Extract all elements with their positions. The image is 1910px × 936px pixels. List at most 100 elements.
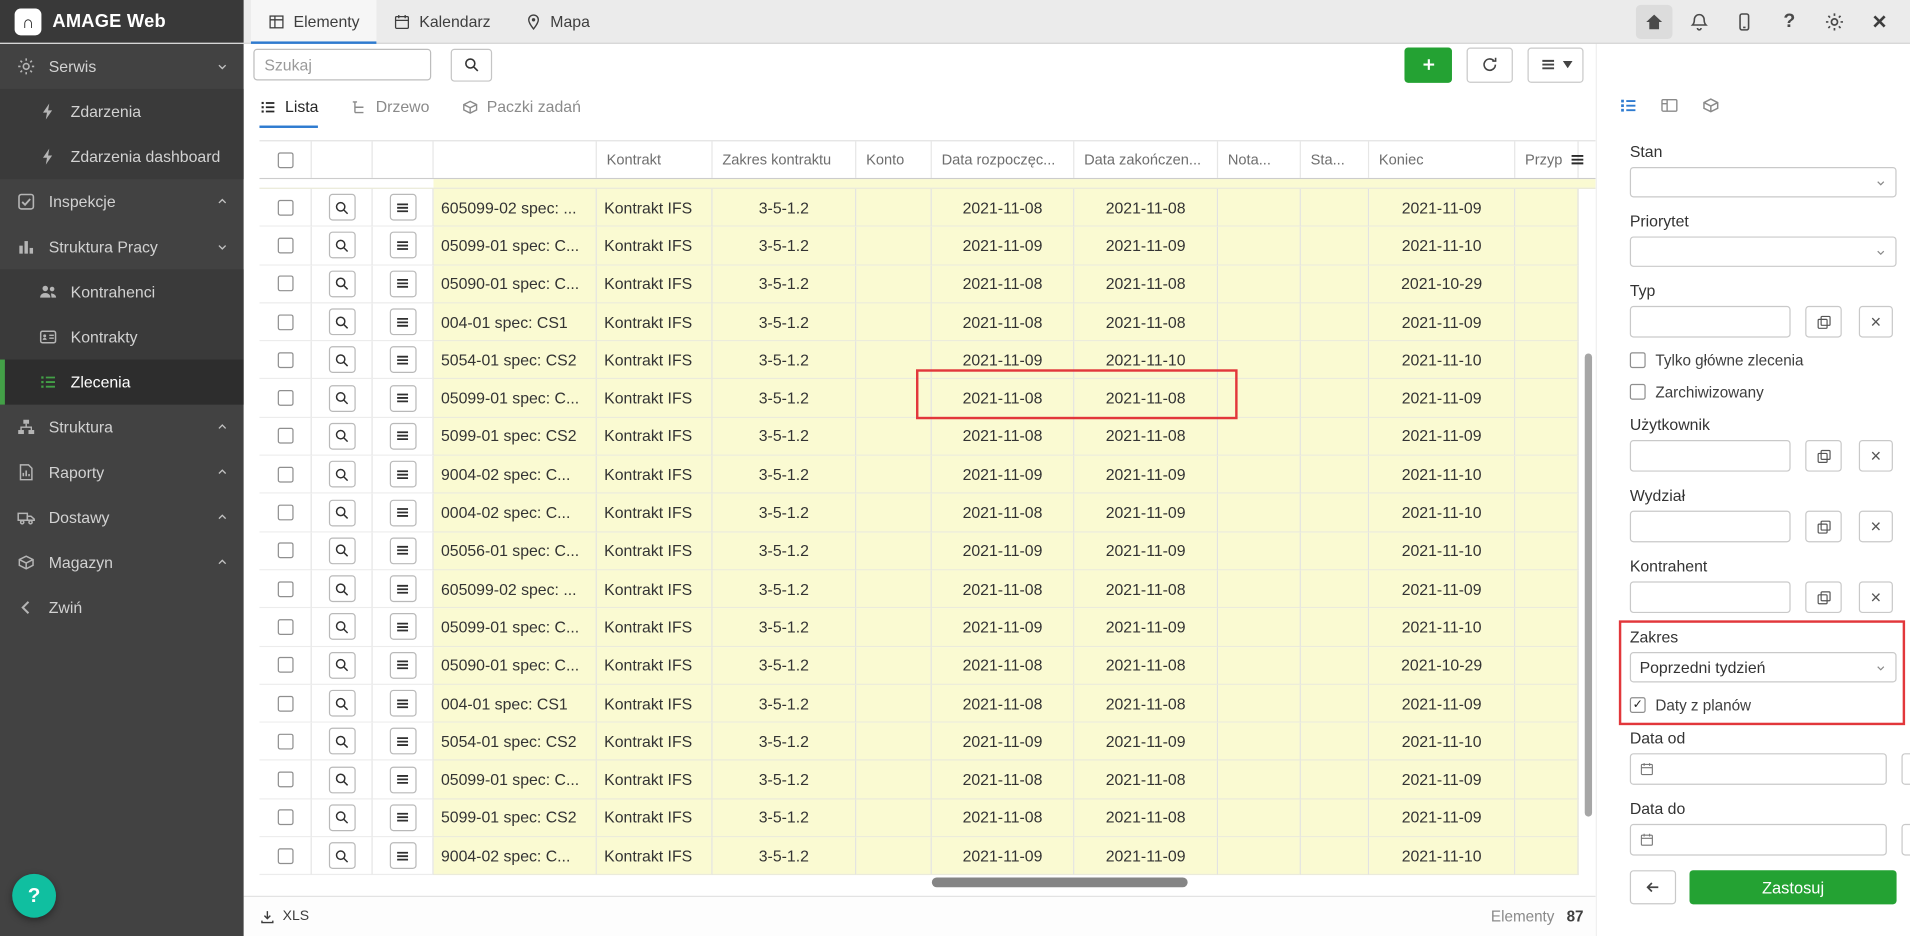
sidebar-item-zdarzenia-dashboard[interactable]: Zdarzenia dashboard — [0, 134, 244, 179]
filter-checkbox-daty-z-planow[interactable]: ✓Daty z planów — [1630, 696, 1897, 714]
sidebar-item-dostawy[interactable]: Dostawy — [0, 495, 244, 540]
row-zoom-button[interactable] — [328, 347, 355, 374]
sidebar-item-zlecenia[interactable]: Zlecenia — [0, 360, 244, 405]
row-checkbox[interactable] — [277, 390, 293, 406]
sidebar-item-serwis[interactable]: Serwis — [0, 44, 244, 89]
filter-date-data-od[interactable] — [1630, 753, 1887, 785]
column-chooser-icon[interactable] — [1569, 151, 1586, 168]
row-checkbox[interactable] — [277, 733, 293, 749]
row-menu-button[interactable] — [389, 347, 416, 374]
vertical-scrollbar[interactable] — [1585, 353, 1592, 816]
list-view-button[interactable] — [1619, 96, 1637, 118]
select-all-checkbox[interactable] — [277, 152, 293, 168]
row-checkbox[interactable] — [277, 581, 293, 597]
row-menu-button[interactable] — [389, 308, 416, 335]
filter-date-data-do[interactable] — [1630, 824, 1887, 856]
filter-input-kontrahent[interactable] — [1630, 581, 1791, 613]
notifications-button[interactable] — [1681, 4, 1718, 38]
sidebar-item-kontrakty[interactable]: Kontrakty — [0, 314, 244, 359]
filter-clear-button-data-do[interactable]: × — [1901, 824, 1910, 856]
row-checkbox[interactable] — [277, 199, 293, 215]
row-zoom-button[interactable] — [328, 842, 355, 869]
column-header-koniec[interactable]: Koniec — [1369, 141, 1515, 178]
row-menu-button[interactable] — [389, 499, 416, 526]
search-button[interactable] — [451, 48, 492, 81]
row-zoom-button[interactable] — [328, 652, 355, 679]
sidebar-item-zdarzenia[interactable]: Zdarzenia — [0, 89, 244, 134]
row-checkbox[interactable] — [277, 505, 293, 521]
row-menu-button[interactable] — [389, 652, 416, 679]
tab-mapa[interactable]: Mapa — [508, 0, 607, 43]
sidebar-item-raporty[interactable]: Raporty — [0, 450, 244, 495]
sidebar-item-struktura-pracy[interactable]: Struktura Pracy — [0, 224, 244, 269]
view-tab-paczki-zadan[interactable]: Paczki zadań — [461, 85, 581, 128]
row-checkbox[interactable] — [277, 810, 293, 826]
column-header-nota[interactable]: Nota... — [1218, 141, 1301, 178]
row-zoom-button[interactable] — [328, 766, 355, 793]
row-menu-button[interactable] — [389, 537, 416, 564]
horizontal-scrollbar[interactable] — [932, 878, 1188, 888]
row-menu-button[interactable] — [389, 575, 416, 602]
filter-clear-button-wydzial[interactable]: × — [1859, 511, 1893, 543]
row-checkbox[interactable] — [277, 772, 293, 788]
add-button[interactable] — [1404, 47, 1452, 82]
row-menu-button[interactable] — [389, 690, 416, 717]
row-zoom-button[interactable] — [328, 308, 355, 335]
row-menu-button[interactable] — [389, 766, 416, 793]
row-checkbox[interactable] — [277, 543, 293, 559]
view-tab-lista[interactable]: Lista — [259, 85, 318, 128]
row-menu-button[interactable] — [389, 614, 416, 641]
filter-checkbox-zarchiwizowany[interactable]: Zarchiwizowany — [1630, 383, 1897, 401]
home-button[interactable] — [1636, 4, 1673, 38]
column-header-kontrakt[interactable]: Kontrakt — [597, 141, 713, 178]
sidebar-item-kontrahenci[interactable]: Kontrahenci — [0, 269, 244, 314]
column-header-zakres-kontraktu[interactable]: Zakres kontraktu — [713, 141, 857, 178]
tab-elementy[interactable]: Elementy — [251, 0, 377, 43]
refresh-button[interactable] — [1467, 47, 1513, 82]
row-zoom-button[interactable] — [328, 537, 355, 564]
tab-kalendarz[interactable]: Kalendarz — [377, 0, 508, 43]
row-menu-button[interactable] — [389, 804, 416, 831]
help-fab[interactable]: ? — [12, 874, 56, 918]
row-checkbox[interactable] — [277, 466, 293, 482]
row-zoom-button[interactable] — [328, 575, 355, 602]
row-zoom-button[interactable] — [328, 499, 355, 526]
cube-view-button[interactable] — [1702, 96, 1720, 118]
filter-input-uzytkownik[interactable] — [1630, 440, 1791, 472]
card-view-button[interactable] — [1660, 96, 1678, 118]
filter-clear-button-kontrahent[interactable]: × — [1859, 581, 1893, 613]
sidebar-item-inspekcje[interactable]: Inspekcje — [0, 179, 244, 224]
view-tab-drzewo[interactable]: Drzewo — [350, 85, 429, 128]
filter-pick-button-wydzial[interactable] — [1805, 511, 1842, 543]
column-header-data-rozpoczec[interactable]: Data rozpoczęc... — [932, 141, 1075, 178]
filter-pick-button-kontrahent[interactable] — [1805, 581, 1842, 613]
row-menu-button[interactable] — [389, 385, 416, 412]
filter-clear-button-data-od[interactable]: × — [1901, 753, 1910, 785]
apply-button[interactable]: Zastosuj — [1690, 870, 1897, 904]
column-header-konto[interactable]: Konto — [856, 141, 932, 178]
filter-clear-button-uzytkownik[interactable]: × — [1859, 440, 1893, 472]
help-button[interactable]: ? — [1771, 4, 1808, 38]
sidebar-item-magazyn[interactable]: Magazyn — [0, 540, 244, 585]
export-xls-button[interactable]: XLS — [259, 909, 309, 925]
row-menu-button[interactable] — [389, 461, 416, 488]
search-input[interactable] — [253, 49, 431, 81]
row-menu-button[interactable] — [389, 194, 416, 221]
row-checkbox[interactable] — [277, 657, 293, 673]
back-button[interactable] — [1630, 870, 1676, 904]
menu-button[interactable] — [1527, 47, 1583, 82]
filter-select-zakres[interactable]: Poprzedni tydzień — [1630, 652, 1897, 682]
row-checkbox[interactable] — [277, 695, 293, 711]
filter-select-stan[interactable] — [1630, 167, 1897, 197]
row-zoom-button[interactable] — [328, 614, 355, 641]
filter-date-input-data-do[interactable] — [1663, 831, 1877, 849]
sidebar-item-struktura[interactable]: Struktura — [0, 405, 244, 450]
filter-select-priorytet[interactable] — [1630, 236, 1897, 266]
row-checkbox[interactable] — [277, 428, 293, 444]
filter-pick-button-uzytkownik[interactable] — [1805, 440, 1842, 472]
row-menu-button[interactable] — [389, 842, 416, 869]
row-zoom-button[interactable] — [328, 194, 355, 221]
row-checkbox[interactable] — [277, 848, 293, 864]
column-header-data-zakonczen[interactable]: Data zakończen... — [1074, 141, 1218, 178]
filter-clear-button-typ[interactable]: × — [1859, 306, 1893, 338]
